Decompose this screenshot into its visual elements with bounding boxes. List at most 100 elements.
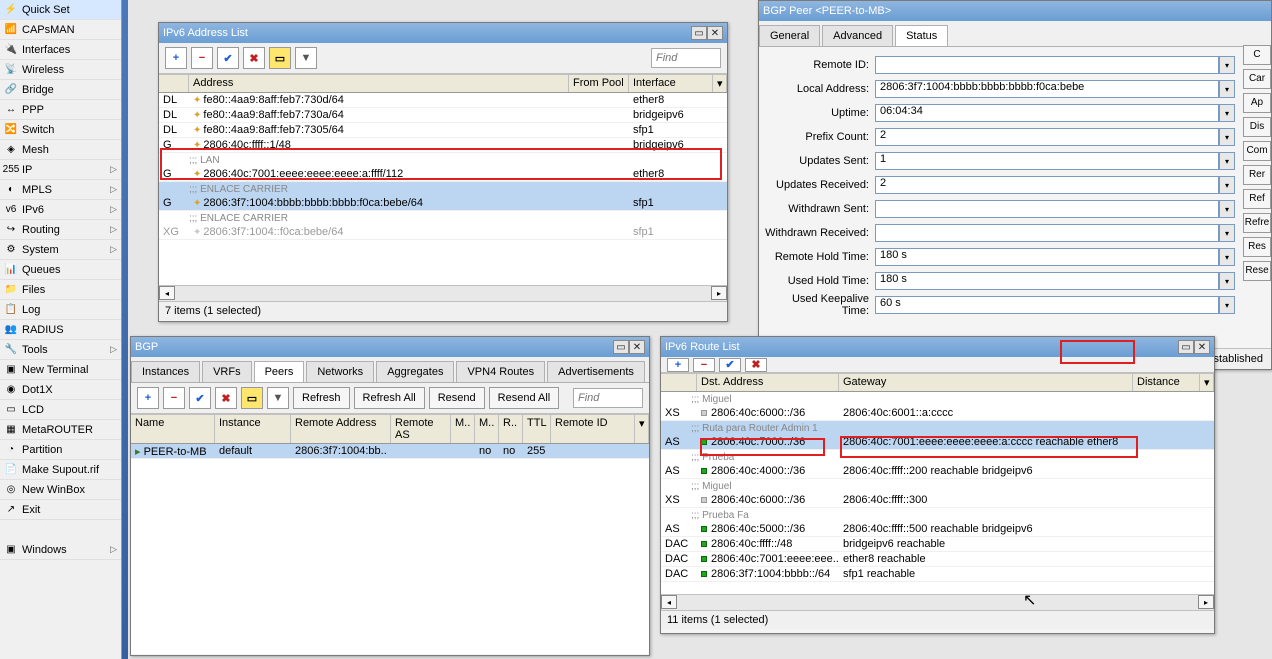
h-scrollbar[interactable]: ◂ ▸ [159,285,727,301]
sidebar-item[interactable]: 255IP▷ [0,160,121,180]
titlebar[interactable]: IPv6 Address List ▭ ✕ [159,23,727,43]
find-input[interactable] [651,48,721,68]
remove-button[interactable]: − [163,387,185,409]
remove-button[interactable]: − [191,47,213,69]
sidebar-item[interactable]: 📁Files [0,280,121,300]
address-row[interactable]: XG✦2806:3f7:1004::f0ca:bebe/64sfp1 [159,225,727,240]
address-row[interactable]: G✦2806:3f7:1004:bbbb:bbbb:bbbb:f0ca:bebe… [159,196,727,211]
route-row[interactable]: DAC2806:40c:ffff::/48bridgeipv6 reachabl… [661,537,1214,552]
route-row[interactable]: AS2806:40c:7000::/362806:40c:7001:eeee:e… [661,435,1214,450]
sidebar-item[interactable]: ◎New WinBox [0,480,121,500]
scroll-left[interactable]: ◂ [159,286,175,300]
sidebar-item[interactable]: v6IPv6▷ [0,200,121,220]
sidebar-item[interactable]: 🔌Interfaces [0,40,121,60]
col-distance[interactable]: Distance [1133,374,1200,391]
sidebar-item[interactable]: ↪Routing▷ [0,220,121,240]
sidebar-item[interactable]: ▦MetaROUTER [0,420,121,440]
side-button[interactable]: Dis [1243,117,1271,137]
side-button[interactable]: Ap [1243,93,1271,113]
col-remote-id[interactable]: Remote ID [551,415,635,443]
filter-button[interactable]: ▼ [267,387,289,409]
col-address[interactable]: Address [189,75,569,92]
dropdown-icon[interactable]: ▾ [1219,152,1235,170]
sidebar-item[interactable]: 🔗Bridge [0,80,121,100]
tab-adverts[interactable]: Advertisements [547,361,645,382]
route-row[interactable]: XS2806:40c:6000::/362806:40c:6001::a:ccc… [661,406,1214,421]
sidebar-item[interactable]: 👥RADIUS [0,320,121,340]
remove-button[interactable]: − [693,358,715,372]
refresh-all-button[interactable]: Refresh All [354,387,425,409]
side-button[interactable]: Ref [1243,189,1271,209]
col-remote-addr[interactable]: Remote Address [291,415,391,443]
col-menu[interactable]: ▾ [713,75,727,92]
col-instance[interactable]: Instance [215,415,291,443]
titlebar[interactable]: IPv6 Route List ▭ ✕ [661,337,1214,357]
sidebar-item[interactable]: 📶CAPsMAN [0,20,121,40]
side-button[interactable]: Res [1243,237,1271,257]
dropdown-icon[interactable]: ▾ [1219,56,1235,74]
dropdown-icon[interactable]: ▾ [1219,248,1235,266]
resend-button[interactable]: Resend [429,387,485,409]
enable-button[interactable]: ✔ [719,358,741,372]
tab-aggregates[interactable]: Aggregates [376,361,454,382]
col-ttl[interactable]: TTL [523,415,551,443]
sidebar-item[interactable]: ◐MPLS▷ [0,180,121,200]
scroll-left[interactable]: ◂ [661,595,677,609]
dropdown-icon[interactable]: ▾ [1219,176,1235,194]
titlebar[interactable]: BGP ▭ ✕ [131,337,649,357]
tab-vpn4[interactable]: VPN4 Routes [456,361,545,382]
dropdown-icon[interactable]: ▾ [1219,128,1235,146]
disable-button[interactable]: ✖ [745,358,767,372]
add-button[interactable]: + [667,358,689,372]
sidebar-item[interactable]: 🔧Tools▷ [0,340,121,360]
tab-vrfs[interactable]: VRFs [202,361,252,382]
col-remote-as[interactable]: Remote AS [391,415,451,443]
comment-button[interactable]: ▭ [241,387,263,409]
sidebar-item[interactable]: ◈Mesh [0,140,121,160]
sidebar-item[interactable]: ◉Dot1X [0,380,121,400]
address-row[interactable]: G✦2806:40c:ffff::1/48bridgeipv6 [159,138,727,153]
sidebar-item[interactable]: ⚙System▷ [0,240,121,260]
dropdown-icon[interactable]: ▾ [1219,296,1235,314]
minimize-button[interactable]: ▭ [613,340,629,354]
route-row[interactable]: AS2806:40c:5000::/362806:40c:ffff::500 r… [661,522,1214,537]
enable-button[interactable]: ✔ [217,47,239,69]
add-button[interactable]: + [165,47,187,69]
side-button[interactable]: Refre [1243,213,1271,233]
add-button[interactable]: + [137,387,159,409]
route-row[interactable]: XS2806:40c:6000::/362806:40c:ffff::300 [661,493,1214,508]
sidebar-item[interactable]: ▣New Terminal [0,360,121,380]
close-button[interactable]: ✕ [707,26,723,40]
dropdown-icon[interactable]: ▾ [1219,224,1235,242]
sidebar-item[interactable]: 📡Wireless [0,60,121,80]
dropdown-icon[interactable]: ▾ [1219,104,1235,122]
enable-button[interactable]: ✔ [189,387,211,409]
tab-advanced[interactable]: Advanced [822,25,893,46]
side-button[interactable]: Rese [1243,261,1271,281]
sidebar-item[interactable]: ▭LCD [0,400,121,420]
disable-button[interactable]: ✖ [243,47,265,69]
tab-instances[interactable]: Instances [131,361,200,382]
comment-button[interactable]: ▭ [269,47,291,69]
scroll-right[interactable]: ▸ [711,286,727,300]
minimize-button[interactable]: ▭ [1178,340,1194,354]
sidebar-item[interactable]: ↗Exit [0,500,121,520]
col-menu[interactable]: ▾ [1200,374,1214,391]
sidebar-item[interactable]: 🔀Switch [0,120,121,140]
side-button[interactable]: C [1243,45,1271,65]
tab-peers[interactable]: Peers [254,361,305,382]
address-row[interactable]: G✦2806:40c:7001:eeee:eeee:eeee:a:ffff/11… [159,167,727,182]
route-row[interactable]: DAC2806:3f7:1004:bbbb::/64sfp1 reachable [661,567,1214,582]
col-from-pool[interactable]: From Pool [569,75,629,92]
resend-all-button[interactable]: Resend All [489,387,560,409]
address-row[interactable]: DL✦fe80::4aa9:8aff:feb7:730d/64ether8 [159,93,727,108]
address-row[interactable]: DL✦fe80::4aa9:8aff:feb7:730a/64bridgeipv… [159,108,727,123]
filter-button[interactable]: ▼ [295,47,317,69]
col-r[interactable]: R.. [499,415,523,443]
route-row[interactable]: DAC2806:40c:7001:eeee:eee..ether8 reacha… [661,552,1214,567]
sidebar-item[interactable]: ◔Partition [0,440,121,460]
col-dst[interactable]: Dst. Address [697,374,839,391]
disable-button[interactable]: ✖ [215,387,237,409]
route-row[interactable]: AS2806:40c:4000::/362806:40c:ffff::200 r… [661,464,1214,479]
sidebar-item[interactable]: ↔PPP [0,100,121,120]
